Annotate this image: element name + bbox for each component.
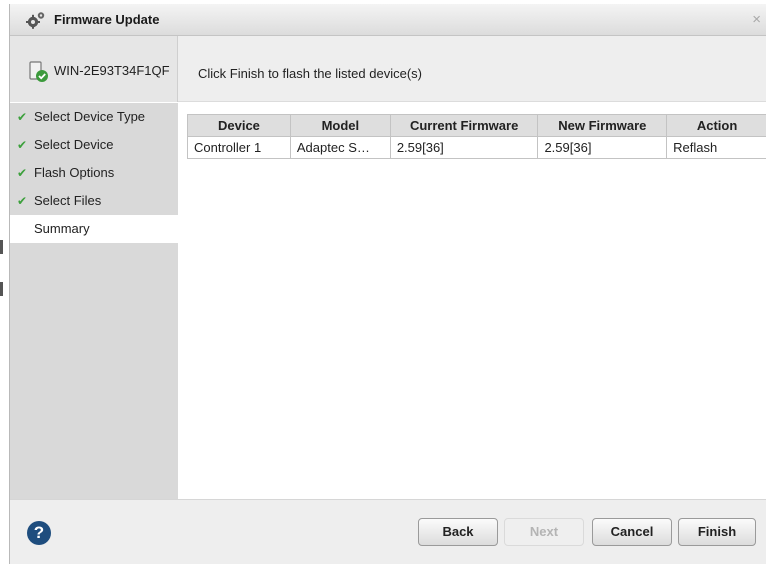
- gears-icon: [26, 12, 45, 29]
- check-icon: ✔: [17, 166, 28, 180]
- check-icon: ✔: [17, 110, 28, 124]
- summary-panel: Device Model Current Firmware New Firmwa…: [178, 103, 766, 499]
- step-summary[interactable]: Summary: [10, 215, 178, 243]
- cell-current-firmware: 2.59[36]: [389, 136, 539, 159]
- step-select-device[interactable]: ✔ Select Device: [10, 131, 178, 159]
- title-bar[interactable]: Firmware Update ×: [10, 4, 766, 36]
- finish-button[interactable]: Finish: [678, 518, 756, 546]
- step-select-files[interactable]: ✔ Select Files: [10, 187, 178, 215]
- instruction-text: Click Finish to flash the listed device(…: [198, 66, 422, 81]
- device-table: Device Model Current Firmware New Firmwa…: [187, 114, 766, 159]
- cell-new-firmware: 2.59[36]: [537, 136, 668, 159]
- help-icon[interactable]: ?: [27, 521, 51, 545]
- step-label: Select Device: [34, 137, 114, 152]
- background-edge-mark: [0, 240, 3, 254]
- cancel-button[interactable]: Cancel: [592, 518, 672, 546]
- next-button[interactable]: Next: [504, 518, 584, 546]
- column-header-action[interactable]: Action: [666, 114, 766, 137]
- close-icon[interactable]: ×: [752, 10, 761, 30]
- column-header-current-firmware[interactable]: Current Firmware: [389, 114, 539, 137]
- cell-device: Controller 1: [187, 136, 291, 159]
- cell-model: Adaptec S…: [289, 136, 391, 159]
- background-edge-mark: [0, 282, 3, 296]
- firmware-update-dialog: Firmware Update × WIN-2E93T34F1QF Click …: [9, 4, 766, 564]
- check-icon: ✔: [17, 138, 28, 152]
- step-label: Flash Options: [34, 165, 115, 180]
- wizard-steps: ✔ Select Device Type ✔ Select Device ✔ F…: [10, 103, 178, 499]
- column-header-device[interactable]: Device: [187, 114, 291, 137]
- column-header-new-firmware[interactable]: New Firmware: [537, 114, 668, 137]
- table-row[interactable]: Controller 1 Adaptec S… 2.59[36] 2.59[36…: [187, 136, 766, 159]
- column-header-model[interactable]: Model: [289, 114, 391, 137]
- wizard-header: WIN-2E93T34F1QF Click Finish to flash th…: [10, 36, 766, 102]
- dialog-title: Firmware Update: [54, 12, 160, 27]
- back-button[interactable]: Back: [418, 518, 498, 546]
- step-label: Select Files: [34, 193, 102, 208]
- cell-action: Reflash: [666, 136, 766, 159]
- dialog-footer: ? Back Next Cancel Finish: [10, 499, 766, 564]
- step-label: Select Device Type: [34, 109, 146, 124]
- step-label: Summary: [34, 221, 90, 236]
- check-icon: ✔: [17, 194, 28, 208]
- server-check-icon: [29, 61, 48, 82]
- step-flash-options[interactable]: ✔ Flash Options: [10, 159, 178, 187]
- host-name: WIN-2E93T34F1QF: [54, 63, 170, 78]
- table-header-row: Device Model Current Firmware New Firmwa…: [187, 114, 766, 137]
- step-select-device-type[interactable]: ✔ Select Device Type: [10, 103, 178, 131]
- host-panel: WIN-2E93T34F1QF: [10, 36, 178, 102]
